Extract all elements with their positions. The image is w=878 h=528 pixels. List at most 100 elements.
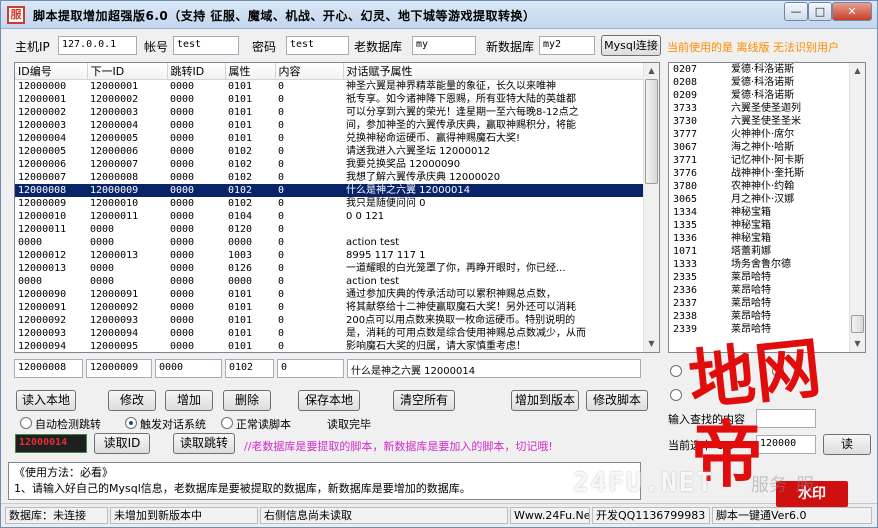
grid-header-cell[interactable]: ID编号: [15, 63, 88, 80]
site-link[interactable]: Www.24Fu.Net: [510, 507, 590, 524]
npc-name-cell: 场务舍鲁尔德: [731, 259, 791, 270]
list-item[interactable]: 3771 记忆神仆·阿卡斯: [669, 154, 849, 167]
grid-scroll-thumb[interactable]: [645, 79, 658, 184]
npc-id-cell: 2337: [673, 298, 698, 309]
edit-next-id-input[interactable]: 12000009: [86, 359, 152, 378]
read-local-button[interactable]: 读入本地: [16, 390, 76, 411]
list-item[interactable]: 1071 塔蕾莉娜: [669, 245, 849, 258]
table-row[interactable]: 12000013 0000 0000 0126 0 一道耀眼的白光笼罩了你，再睁开眼时，你…: [15, 262, 643, 275]
list-item[interactable]: 0209 爱德·科洛诺斯: [669, 89, 849, 102]
list-item[interactable]: 2336 莱昂哈特: [669, 284, 849, 297]
new-db-input[interactable]: my2: [539, 36, 595, 55]
right-option-radio-3[interactable]: [670, 389, 682, 401]
add-button[interactable]: 增加: [165, 390, 213, 411]
grid-header-cell[interactable]: 对话赋予属性: [343, 63, 644, 80]
list-scroll-down-icon[interactable]: ▼: [850, 336, 865, 352]
table-row[interactable]: 12000007 12000008 0000 0102 0 我想了解六翼传承庆典 1200…: [15, 171, 643, 184]
edit-dialog-input[interactable]: 什么是神之六翼 12000014: [347, 359, 641, 378]
table-cell: 12000009: [87, 184, 167, 197]
table-row[interactable]: 12000011 0000 0000 0120 0: [15, 223, 643, 236]
table-row[interactable]: 12000010 12000011 0000 0104 0 0 0 121: [15, 210, 643, 223]
mysql-connect-button[interactable]: Mysql连接: [601, 35, 661, 56]
edit-id-input[interactable]: 12000008: [14, 359, 83, 378]
edit-attr-input[interactable]: 0102: [225, 359, 274, 378]
clear-all-button[interactable]: 清空所有: [393, 390, 455, 411]
scroll-up-icon[interactable]: ▲: [644, 63, 659, 79]
normal-read-radio[interactable]: [221, 417, 233, 429]
read-jump-button[interactable]: 读取跳转: [173, 433, 235, 454]
modify-script-button[interactable]: 修改脚本: [586, 390, 648, 411]
list-item[interactable]: 3780 农神神仆·约翰: [669, 180, 849, 193]
grid-scrollbar[interactable]: ▲ ▼: [643, 63, 659, 352]
table-row[interactable]: 12000001 12000002 0000 0101 0 祇专享。如今诸神降下恩赐，所有…: [15, 93, 643, 106]
list-item[interactable]: 0208 爱德·科洛诺斯: [669, 76, 849, 89]
table-row[interactable]: 12000090 12000091 0000 0101 0 通过参加庆典的传承活动可以累…: [15, 288, 643, 301]
current-cid-input[interactable]: 120000: [756, 435, 816, 454]
list-item[interactable]: 1335 神秘宝箱: [669, 219, 849, 232]
auto-detect-radio[interactable]: [20, 417, 32, 429]
list-item[interactable]: 3776 战神神仆·奎托斯: [669, 167, 849, 180]
table-cell: 0: [278, 172, 285, 183]
table-row[interactable]: 0000 0000 0000 0000 0 action test: [15, 236, 643, 249]
npc-list[interactable]: 0207 爱德·科洛诺斯 0208 爱德·科洛诺斯 0209 爱德·科洛诺斯 3733 六翼圣…: [668, 62, 866, 353]
table-row[interactable]: 12000003 12000004 0000 0101 0 间，参加神圣的六翼传承庆典，赢…: [15, 119, 643, 132]
list-item[interactable]: 2337 莱昂哈特: [669, 297, 849, 310]
table-row[interactable]: 12000002 12000003 0000 0101 0 可以分享到六翼的荣光！逢星期一…: [15, 106, 643, 119]
password-input[interactable]: test: [286, 36, 349, 55]
grid-header-cell[interactable]: 属性: [225, 63, 276, 80]
list-scroll-up-icon[interactable]: ▲: [850, 63, 865, 79]
user-input[interactable]: test: [173, 36, 239, 55]
old-db-input[interactable]: my: [412, 36, 476, 55]
right-option-radio-1[interactable]: [670, 365, 682, 377]
table-cell: 12000095: [90, 341, 139, 352]
maximize-button[interactable]: □: [808, 2, 832, 21]
list-item[interactable]: 2338 莱昂哈特: [669, 310, 849, 323]
table-cell: 12000005: [90, 133, 139, 144]
table-row[interactable]: 12000009 12000010 0000 0102 0 我只是随便问问 0: [15, 197, 643, 210]
list-item[interactable]: 1336 神秘宝箱: [669, 232, 849, 245]
table-row[interactable]: 12000094 12000095 0000 0101 0 影响魔石大奖的归属，请大家慎重…: [15, 340, 643, 352]
edit-content-input[interactable]: 0: [277, 359, 344, 378]
list-item[interactable]: 3733 六翼圣使圣迦列: [669, 102, 849, 115]
grid-header-cell[interactable]: 跳转ID: [167, 63, 226, 80]
list-item[interactable]: 3065 月之神仆·汉娜: [669, 193, 849, 206]
table-row[interactable]: 0000 0000 0000 0000 0 action test: [15, 275, 643, 288]
list-item[interactable]: 0207 爱德·科洛诺斯: [669, 63, 849, 76]
trigger-dialog-radio[interactable]: [125, 417, 137, 429]
list-scrollbar[interactable]: ▲ ▼: [849, 63, 865, 352]
list-item[interactable]: 2335 莱昂哈特: [669, 271, 849, 284]
table-row[interactable]: 12000092 12000093 0000 0101 0 200点可以用点数来换取一枚命…: [15, 314, 643, 327]
add-to-version-button[interactable]: 增加到版本: [511, 390, 579, 411]
table-row[interactable]: 12000091 12000092 0000 0101 0 将其献祭给十二神使赢取魔石大奖…: [15, 301, 643, 314]
list-item[interactable]: 1334 神秘宝箱: [669, 206, 849, 219]
table-cell: 0101: [228, 94, 253, 105]
table-row[interactable]: 12000006 12000007 0000 0102 0 我要兑换奖品 12000090: [15, 158, 643, 171]
read-cid-button[interactable]: 读: [823, 434, 871, 455]
read-id-button[interactable]: 读取ID: [94, 433, 150, 454]
grid-header-cell[interactable]: 下一ID: [87, 63, 168, 80]
modify-button[interactable]: 修改: [108, 390, 156, 411]
table-row[interactable]: 12000093 12000094 0000 0101 0 是，消耗的可用点数是综合使用神…: [15, 327, 643, 340]
minimize-button[interactable]: —: [784, 2, 808, 21]
npc-name-cell: 战神神仆·奎托斯: [731, 168, 805, 179]
table-row[interactable]: 12000012 12000013 0000 1003 0 8995 117 117 1: [15, 249, 643, 262]
help-box: 《使用方法：必看》 1、请输入好自己的Mysql信息，老数据库是要被提取的数据库…: [8, 462, 641, 500]
host-ip-input[interactable]: 127.0.0.1: [58, 36, 137, 55]
close-button[interactable]: ✕: [832, 2, 872, 21]
delete-button[interactable]: 删除: [223, 390, 271, 411]
table-row[interactable]: 12000004 12000005 0000 0101 0 兑换神秘命运硬币、赢得神赐魔石…: [15, 132, 643, 145]
list-item[interactable]: 1333 场务舍鲁尔德: [669, 258, 849, 271]
table-row[interactable]: 12000000 12000001 0000 0101 0 神圣六翼是神界精萃能量的象征…: [15, 80, 643, 94]
table-row[interactable]: 12000008 12000009 0000 0102 0 什么是神之六翼 1200001…: [15, 184, 643, 197]
script-grid[interactable]: ID编号 下一ID 跳转ID 属性 内容 对话赋予属性 12000000 12000001 0…: [14, 62, 660, 353]
list-scroll-thumb[interactable]: [851, 315, 864, 333]
list-item[interactable]: 3067 海之神仆·哈斯: [669, 141, 849, 154]
table-row[interactable]: 12000005 12000006 0000 0102 0 请送我进入六翼圣坛 12000…: [15, 145, 643, 158]
list-item[interactable]: 3730 六翼圣使圣圣米: [669, 115, 849, 128]
window-title: 脚本提取增加超强版6.0（支持 征服、魔域、机战、开心、幻灵、地下城等游戏提取转…: [33, 9, 536, 23]
save-local-button[interactable]: 保存本地: [298, 390, 360, 411]
edit-jump-id-input[interactable]: 0000: [155, 359, 222, 378]
scroll-down-icon[interactable]: ▼: [644, 336, 659, 352]
grid-header-cell[interactable]: 内容: [275, 63, 344, 80]
list-item[interactable]: 3777 火神神仆·席尔: [669, 128, 849, 141]
